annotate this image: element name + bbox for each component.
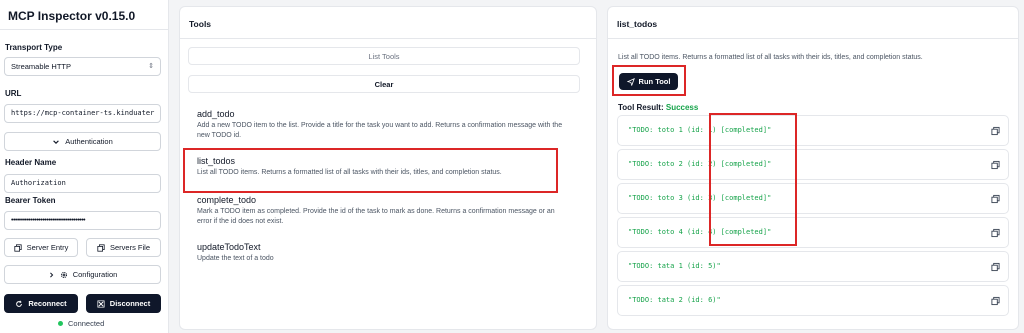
result-row: "TODO: toto 2 (id: 2) [completed]" [617, 149, 1009, 180]
transport-type-value: Streamable HTTP [11, 62, 72, 71]
send-icon [626, 77, 635, 86]
app-title: MCP Inspector v0.15.0 [8, 9, 136, 23]
tool-item-update-todo-text[interactable]: updateTodoText Update the text of a todo [197, 242, 567, 264]
tool-result-prefix: Tool Result: [618, 103, 664, 112]
result-text: "TODO: toto 4 (id: 4) [completed]" [628, 228, 772, 236]
servers-file-label: Servers File [109, 243, 150, 252]
tool-item-complete-todo[interactable]: complete_todo Mark a TODO item as comple… [197, 195, 567, 227]
server-entry-button[interactable]: Server Entry [4, 238, 78, 257]
url-label: URL [5, 89, 22, 98]
result-text: "TODO: tata 2 (id: 6)" [628, 296, 721, 304]
transport-type-select[interactable]: Streamable HTTP ⇕ [4, 57, 161, 76]
disconnect-button[interactable]: Disconnect [86, 294, 161, 313]
sidebar: MCP Inspector v0.15.0 Transport Type Str… [0, 0, 169, 333]
copy-icon[interactable] [991, 296, 1000, 306]
copy-icon[interactable] [991, 262, 1000, 272]
copy-icon[interactable] [991, 126, 1000, 136]
tool-description: Update the text of a todo [197, 255, 274, 262]
run-tool-label: Run Tool [638, 77, 671, 86]
transport-type-label: Transport Type [5, 43, 63, 52]
server-entry-label: Server Entry [26, 243, 69, 252]
servers-file-button[interactable]: Servers File [86, 238, 161, 257]
result-text: "TODO: toto 2 (id: 2) [completed]" [628, 160, 772, 168]
tool-description: Mark a TODO item as completed. Provide t… [197, 208, 555, 225]
result-panel-title: list_todos [617, 19, 658, 29]
status-text: Connected [68, 319, 105, 328]
authentication-label: Authentication [65, 137, 113, 146]
reconnect-label: Reconnect [28, 299, 67, 308]
result-text: "TODO: toto 1 (id: 1) [completed]" [628, 126, 772, 134]
copy-icon [14, 243, 22, 252]
result-row: "TODO: toto 4 (id: 4) [completed]" [617, 217, 1009, 248]
result-text: "TODO: tata 1 (id: 5)" [628, 262, 721, 270]
copy-icon[interactable] [991, 194, 1000, 204]
tool-name: updateTodoText [197, 242, 261, 252]
result-row: "TODO: tata 1 (id: 5)" [617, 251, 1009, 282]
clear-button[interactable]: Clear [188, 75, 580, 93]
tools-panel-divider [180, 38, 596, 39]
configuration-button[interactable]: Configuration [4, 265, 161, 284]
connection-status: Connected [58, 319, 104, 328]
copy-icon[interactable] [991, 160, 1000, 170]
tool-name: list_todos [197, 156, 236, 166]
disconnect-label: Disconnect [109, 299, 151, 308]
tools-panel: Tools List Tools Clear add_todo Add a ne… [179, 6, 597, 330]
result-panel-divider [608, 38, 1018, 39]
header-name-input[interactable]: Authorization [4, 174, 161, 193]
configuration-label: Configuration [72, 270, 118, 279]
copy-icon[interactable] [991, 228, 1000, 238]
disconnect-icon [97, 299, 105, 308]
tool-name: complete_todo [197, 195, 257, 205]
url-input[interactable]: https://mcp-container-ts.kinduater [4, 104, 161, 123]
bearer-token-input[interactable]: •••••••••••••••••••••••••••••••••••••• [4, 211, 161, 230]
result-row: "TODO: toto 3 (id: 3) [completed]" [617, 183, 1009, 214]
tool-result-status: Success [665, 103, 699, 112]
reconnect-icon [16, 299, 23, 307]
tool-result-label: Tool Result: Success [618, 103, 698, 112]
authentication-button[interactable]: Authentication [4, 132, 161, 151]
tool-description: List all TODO items. Returns a formatted… [618, 54, 923, 61]
result-text: "TODO: toto 3 (id: 3) [completed]" [628, 194, 772, 202]
tool-result-panel: list_todos List all TODO items. Returns … [607, 6, 1019, 330]
status-dot [58, 321, 63, 326]
chevron-right-icon [49, 272, 53, 277]
tool-item-add-todo[interactable]: add_todo Add a new TODO item to the list… [197, 109, 567, 141]
copy-icon [97, 243, 105, 252]
run-tool-button[interactable]: Run Tool [619, 73, 678, 90]
result-row: "TODO: tata 2 (id: 6)" [617, 285, 1009, 316]
header-name-label: Header Name [5, 158, 57, 167]
tool-description: List all TODO items. Returns a formatted… [197, 169, 502, 176]
tool-description: Add a new TODO item to the list. Provide… [197, 122, 563, 139]
bearer-token-label: Bearer Token [5, 196, 56, 205]
tool-name: add_todo [197, 109, 235, 119]
tool-item-list-todos[interactable]: list_todos List all TODO items. Returns … [197, 156, 567, 178]
list-tools-button[interactable]: List Tools [188, 47, 580, 65]
chevron-updown-icon: ⇕ [148, 63, 154, 70]
sidebar-divider [0, 29, 169, 30]
chevron-down-icon [53, 139, 60, 144]
result-row: "TODO: toto 1 (id: 1) [completed]" [617, 115, 1009, 146]
reconnect-button[interactable]: Reconnect [4, 294, 78, 313]
tools-panel-title: Tools [189, 19, 212, 29]
gear-icon [60, 271, 67, 278]
